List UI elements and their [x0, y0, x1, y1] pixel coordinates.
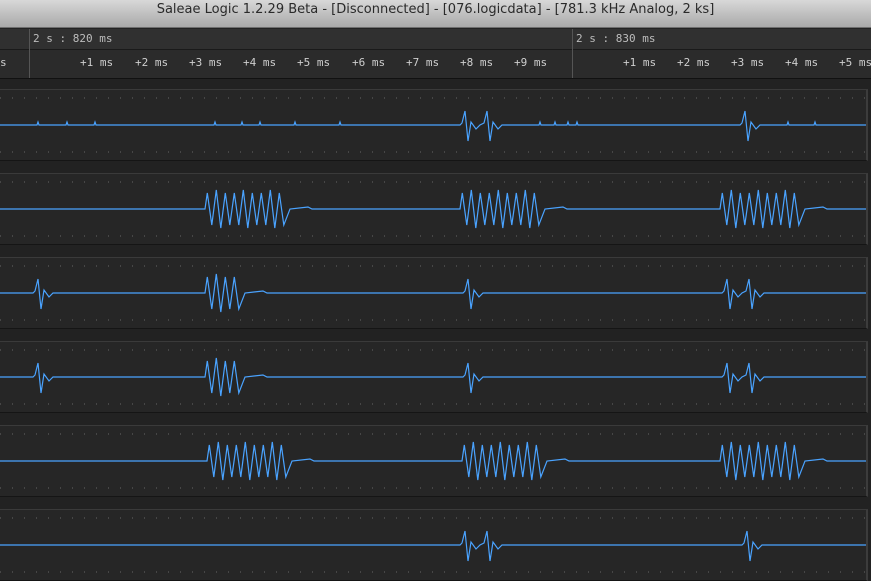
timeline-tick-label: +4 ms: [785, 56, 819, 69]
timeline-tick-label: +3 ms: [731, 56, 765, 69]
timeline-tick-label: +6 ms: [352, 56, 386, 69]
analog-waveform: [0, 110, 866, 142]
analog-waveform: [0, 357, 866, 397]
analog-channel-1[interactable]: [0, 89, 868, 161]
timeline-tick-label: +9 ms: [514, 56, 548, 69]
analog-waveform: [0, 530, 866, 562]
channel-5-trace: [0, 433, 866, 489]
analog-waveform: [0, 273, 866, 313]
window-title: Saleae Logic 1.2.29 Beta - [Disconnected…: [156, 2, 715, 17]
timeline-major-label: 2 s : 830 ms: [576, 32, 656, 45]
timeline-tick-label: +8 ms: [460, 56, 494, 69]
channel-3-trace: [0, 265, 866, 321]
channel-1-trace: [0, 97, 866, 153]
timeline-tick-label: +7 ms: [406, 56, 440, 69]
timeline-major-label: 2 s : 820 ms: [33, 32, 113, 45]
timeline-tick-label: +1 ms: [623, 56, 657, 69]
analog-channel-3[interactable]: [0, 257, 868, 329]
analog-channel-5[interactable]: [0, 425, 868, 497]
timeline-ruler[interactable]: 2 s : 820 ms 2 s : 830 ms s +1 ms +2 ms …: [0, 29, 871, 79]
analog-waveform: [0, 189, 866, 229]
channel-2-trace: [0, 181, 866, 237]
analog-channel-6[interactable]: [0, 509, 868, 581]
analog-waveform: [0, 441, 866, 481]
timeline-tick-label: +3 ms: [189, 56, 223, 69]
timeline-tick-label: +2 ms: [135, 56, 169, 69]
analog-channel-2[interactable]: [0, 173, 868, 245]
timeline-major-row: [0, 29, 871, 50]
timeline-tick-label: +5 ms: [839, 56, 871, 69]
timeline-tick-label: +5 ms: [297, 56, 331, 69]
timeline-tick-label: +2 ms: [677, 56, 711, 69]
timeline-tick-label: +4 ms: [243, 56, 277, 69]
channel-6-trace: [0, 517, 866, 573]
analog-channel-4[interactable]: [0, 341, 868, 413]
major-gridline: [572, 29, 573, 78]
timeline-edge-label: s: [0, 56, 7, 69]
channel-area[interactable]: [0, 79, 871, 581]
window-titlebar[interactable]: Saleae Logic 1.2.29 Beta - [Disconnected…: [0, 0, 871, 28]
channel-4-trace: [0, 349, 866, 405]
major-gridline: [29, 29, 30, 78]
timeline-tick-label: +1 ms: [80, 56, 114, 69]
